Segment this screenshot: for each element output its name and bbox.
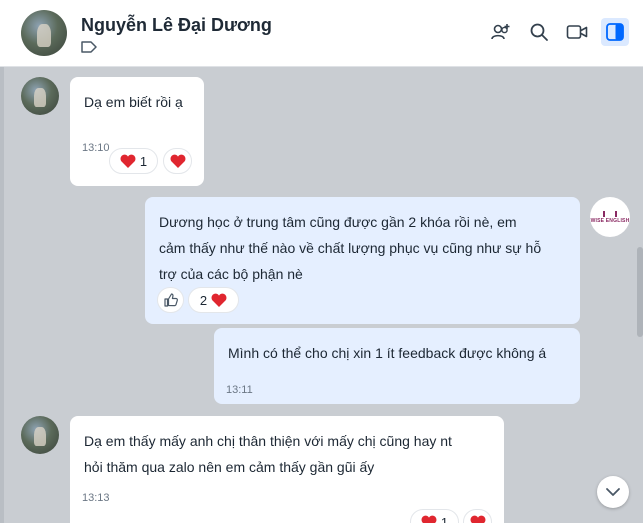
brand-logo-icon — [603, 210, 617, 217]
scroll-to-bottom-button[interactable] — [597, 476, 629, 508]
brand-logo: WISE ENGLISH — [590, 217, 630, 224]
sidebar-toggle-button[interactable] — [601, 18, 629, 46]
message-line: Dương học ở trung tâm cũng được gần 2 kh… — [159, 214, 517, 230]
add-member-icon — [491, 24, 510, 40]
message-line: hỏi thăm qua zalo nên em cảm thấy gần gũ… — [84, 459, 375, 475]
chevron-down-icon — [606, 488, 620, 496]
message-line: cảm thấy như thế nào về chất lượng phục … — [159, 240, 542, 256]
contact-name[interactable]: Nguyễn Lê Đại Dương — [81, 15, 272, 36]
heart-icon — [120, 154, 136, 168]
contact-avatar[interactable] — [21, 10, 67, 56]
search-button[interactable] — [525, 18, 553, 46]
header-actions — [487, 18, 629, 46]
scrollbar[interactable] — [637, 247, 643, 337]
message-line: Dạ em thấy mấy anh chị thân thiện với mấ… — [84, 433, 452, 449]
contact-avatar[interactable] — [21, 77, 59, 115]
reaction-count: 1 — [440, 514, 449, 523]
message-time: 13:10 — [82, 142, 110, 154]
video-call-icon — [566, 25, 588, 39]
panel-divider — [0, 67, 4, 523]
reaction-summary[interactable]: 1 — [109, 148, 158, 174]
message-bubble[interactable]: Mình có thể cho chị xin 1 ít feedback đư… — [214, 328, 580, 404]
message-time: 13:13 — [82, 492, 110, 504]
heart-icon — [421, 515, 437, 523]
page-avatar[interactable]: WISE ENGLISH — [590, 197, 630, 237]
message-list[interactable]: Dạ em biết rồi ạ 13:10 1 WISE ENGLISH Dư… — [0, 67, 643, 523]
video-call-button[interactable] — [563, 18, 591, 46]
react-button[interactable] — [163, 148, 192, 174]
message-line: trợ của các bộ phận nè — [159, 266, 303, 282]
message-text: Mình có thể cho chị xin 1 ít feedback đư… — [228, 345, 547, 361]
message-text: Dạ em biết rồi ạ — [84, 94, 183, 110]
heart-icon — [211, 293, 227, 307]
heart-icon — [170, 154, 186, 168]
message-bubble[interactable]: Dạ em thấy mấy anh chị thân thiện với mấ… — [70, 416, 504, 523]
message-text: Dạ em thấy mấy anh chị thân thiện với mấ… — [84, 428, 452, 480]
contact-avatar[interactable] — [21, 416, 59, 454]
search-icon — [530, 23, 548, 41]
tag-icon[interactable] — [81, 41, 97, 53]
reaction-summary[interactable]: 1 — [410, 509, 459, 523]
chat-header: Nguyễn Lê Đại Dương — [0, 0, 643, 67]
add-member-button[interactable] — [487, 18, 515, 46]
reaction-summary[interactable]: 2 — [188, 287, 239, 313]
like-icon — [163, 293, 178, 307]
like-button[interactable] — [157, 287, 184, 313]
reaction-count: 2 — [199, 292, 208, 308]
reaction-count: 1 — [139, 153, 148, 169]
message-time: 13:11 — [226, 384, 253, 396]
message-text: Dương học ở trung tâm cũng được gần 2 kh… — [159, 209, 541, 287]
sidebar-toggle-icon — [606, 23, 624, 41]
heart-icon — [470, 515, 486, 523]
